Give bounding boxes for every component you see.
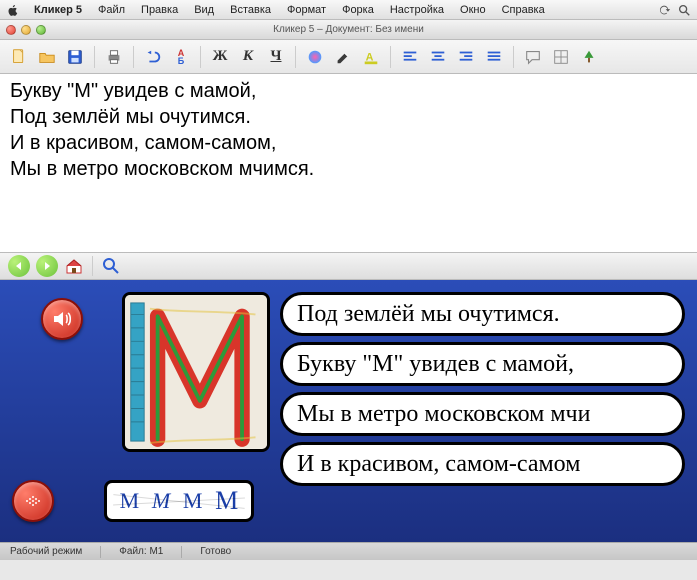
sync-icon[interactable] [657,3,671,17]
text-color-button[interactable]: A [360,46,382,68]
clicker-grid: Под землёй мы очутимся. Букву "М" увидев… [0,280,697,542]
main-toolbar: АБ Ж К Ч A [0,40,697,74]
highlight-button[interactable] [332,46,354,68]
nav-forward-button[interactable] [36,255,58,277]
window-controls [6,25,46,35]
undo-button[interactable] [142,46,164,68]
apple-menu-icon[interactable] [6,3,20,17]
letter-variants-cell[interactable]: М М М М [104,480,254,522]
send-button[interactable] [12,480,54,522]
menu-format[interactable]: Формат [279,2,334,18]
status-ready: Готово [200,546,231,557]
doc-line: Под землёй мы очутимся. [10,104,687,130]
menu-view[interactable]: Вид [186,2,222,18]
align-left-button[interactable] [399,46,421,68]
menu-window[interactable]: Окно [452,2,494,18]
system-menubar: Кликер 5 Файл Правка Вид Вставка Формат … [0,0,697,20]
spotlight-icon[interactable] [677,3,691,17]
menubar-extras [657,3,691,17]
sentence-cell[interactable]: И в красивом, самом-самом [280,442,685,486]
grid-nav-toolbar [0,252,697,280]
save-button[interactable] [64,46,86,68]
letter-variant: М [215,486,238,516]
minimize-window-button[interactable] [21,25,31,35]
status-mode: Рабочий режим [10,546,82,557]
spellcheck-button[interactable]: АБ [170,46,192,68]
sentence-cell[interactable]: Мы в метро московском мчи [280,392,685,436]
zoom-window-button[interactable] [36,25,46,35]
font-color-button[interactable] [304,46,326,68]
window-titlebar: Кликер 5 – Документ: Без имени [0,20,697,40]
menu-help[interactable]: Справка [494,2,553,18]
close-window-button[interactable] [6,25,16,35]
align-center-button[interactable] [427,46,449,68]
menu-forka[interactable]: Форка [334,2,382,18]
align-right-button[interactable] [455,46,477,68]
speech-bubble-button[interactable] [522,46,544,68]
speak-button[interactable] [41,298,83,340]
doc-line: Букву "М" увидев с мамой, [10,78,687,104]
underline-button[interactable]: Ч [265,46,287,68]
home-button[interactable] [64,256,84,276]
sentence-cell[interactable]: Букву "М" увидев с мамой, [280,342,685,386]
menu-file[interactable]: Файл [90,2,133,18]
zoom-button[interactable] [101,256,121,276]
menu-settings[interactable]: Настройка [382,2,452,18]
tree-button[interactable] [578,46,600,68]
new-doc-button[interactable] [8,46,30,68]
italic-button[interactable]: К [237,46,259,68]
align-justify-button[interactable] [483,46,505,68]
status-bar: Рабочий режим Файл: М1 Готово [0,542,697,560]
app-menu[interactable]: Кликер 5 [26,2,90,18]
document-editor[interactable]: Букву "М" увидев с мамой, Под землёй мы … [0,74,697,252]
window-title: Кликер 5 – Документ: Без имени [0,24,697,35]
bold-button[interactable]: Ж [209,46,231,68]
status-file: Файл: М1 [119,546,163,557]
sentence-cell[interactable]: Под землёй мы очутимся. [280,292,685,336]
doc-line: И в красивом, самом-самом, [10,130,687,156]
menu-edit[interactable]: Правка [133,2,186,18]
letter-variant: М [120,488,140,514]
print-button[interactable] [103,46,125,68]
grid-view-button[interactable] [550,46,572,68]
nav-back-button[interactable] [8,255,30,277]
doc-line: Мы в метро московском мчимся. [10,156,687,182]
picture-cell-letter-m[interactable] [122,292,270,452]
menu-insert[interactable]: Вставка [222,2,279,18]
open-button[interactable] [36,46,58,68]
